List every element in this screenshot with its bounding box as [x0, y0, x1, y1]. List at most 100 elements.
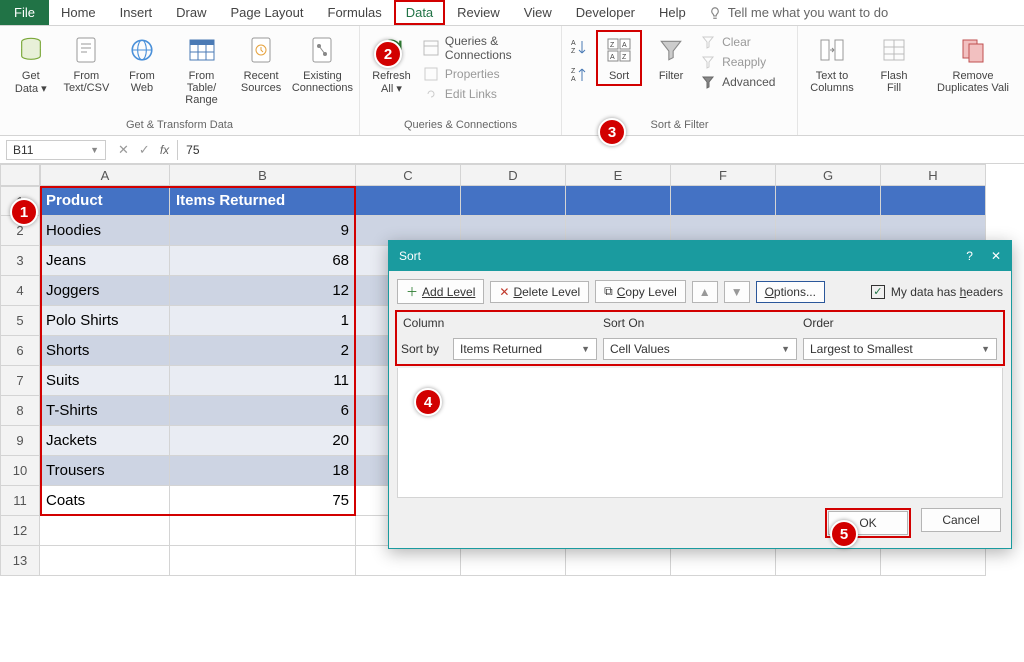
from-text-csv-button[interactable]: From Text/CSV	[62, 30, 112, 94]
move-down-button[interactable]: ▼	[724, 281, 750, 303]
cell-B2[interactable]: 9	[170, 216, 356, 246]
tell-me-search[interactable]: Tell me what you want to do	[708, 0, 888, 25]
edit-links-button[interactable]: Edit Links	[423, 86, 555, 102]
cell-A7[interactable]: Suits	[40, 366, 170, 396]
order-combo[interactable]: Largest to Smallest▼	[803, 338, 997, 360]
sort-on-combo[interactable]: Cell Values▼	[603, 338, 797, 360]
cell-A10[interactable]: Trousers	[40, 456, 170, 486]
cell-A8[interactable]: T-Shirts	[40, 396, 170, 426]
cell-B3[interactable]: 68	[170, 246, 356, 276]
from-web-button[interactable]: From Web	[117, 30, 167, 94]
cell-blank[interactable]	[776, 546, 881, 576]
from-table-range-button[interactable]: From Table/ Range	[173, 30, 231, 106]
col-header-C[interactable]: C	[356, 164, 461, 186]
options-button[interactable]: Options...	[756, 281, 825, 303]
remove-duplicates-button[interactable]: Remove Duplicates Vali	[928, 30, 1018, 94]
cell-blank[interactable]	[566, 546, 671, 576]
row-header[interactable]: 7	[0, 366, 40, 396]
row-header[interactable]: 6	[0, 336, 40, 366]
formula-input[interactable]: 75	[177, 140, 1024, 160]
cell-A12[interactable]	[40, 516, 170, 546]
cell-blank[interactable]	[566, 186, 671, 216]
sort-dialog-titlebar[interactable]: Sort ? ✕	[389, 241, 1011, 271]
cell-A13[interactable]	[40, 546, 170, 576]
cell-B4[interactable]: 12	[170, 276, 356, 306]
cancel-formula-icon[interactable]: ✕	[118, 142, 129, 158]
col-header-A[interactable]: A	[40, 164, 170, 186]
sort-za-button[interactable]: ZA	[568, 64, 590, 86]
select-all-corner[interactable]	[0, 164, 40, 186]
my-data-has-headers-checkbox[interactable]: ✓ My data has headers	[871, 285, 1003, 299]
cell-B1[interactable]: Items Returned	[170, 186, 356, 216]
col-header-D[interactable]: D	[461, 164, 566, 186]
existing-connections-button[interactable]: Existing Connections	[292, 30, 353, 94]
cell-A4[interactable]: Joggers	[40, 276, 170, 306]
cell-B6[interactable]: 2	[170, 336, 356, 366]
sort-az-button[interactable]: AZ	[568, 36, 590, 58]
tab-draw[interactable]: Draw	[164, 0, 218, 25]
row-header[interactable]: 10	[0, 456, 40, 486]
close-icon[interactable]: ✕	[991, 249, 1001, 263]
cell-blank[interactable]	[881, 546, 986, 576]
cell-B10[interactable]: 18	[170, 456, 356, 486]
sort-button[interactable]: ZAAZ Sort	[596, 30, 642, 86]
delete-level-button[interactable]: ✕ Delete Level	[490, 281, 589, 303]
filter-button[interactable]: Filter	[648, 30, 694, 82]
copy-level-button[interactable]: ⧉ Copy Level	[595, 280, 686, 303]
name-box-dropdown-icon[interactable]: ▼	[90, 145, 99, 155]
cell-blank[interactable]	[356, 186, 461, 216]
cell-A11[interactable]: Coats	[40, 486, 170, 516]
cell-blank[interactable]	[356, 546, 461, 576]
reapply-button[interactable]: Reapply	[700, 54, 775, 70]
cell-B8[interactable]: 6	[170, 396, 356, 426]
col-header-F[interactable]: F	[671, 164, 776, 186]
col-header-H[interactable]: H	[881, 164, 986, 186]
cell-B13[interactable]	[170, 546, 356, 576]
col-header-B[interactable]: B	[170, 164, 356, 186]
row-header[interactable]: 12	[0, 516, 40, 546]
flash-fill-button[interactable]: Flash Fill	[866, 30, 922, 94]
row-header[interactable]: 3	[0, 246, 40, 276]
cell-B9[interactable]: 20	[170, 426, 356, 456]
cell-blank[interactable]	[776, 186, 881, 216]
enter-formula-icon[interactable]: ✓	[139, 142, 150, 158]
text-to-columns-button[interactable]: Text to Columns	[804, 30, 860, 94]
advanced-button[interactable]: Advanced	[700, 74, 775, 90]
move-up-button[interactable]: ▲	[692, 281, 718, 303]
cell-blank[interactable]	[671, 186, 776, 216]
cell-A9[interactable]: Jackets	[40, 426, 170, 456]
cell-blank[interactable]	[461, 546, 566, 576]
file-tab[interactable]: File	[0, 0, 49, 25]
help-icon[interactable]: ?	[966, 249, 973, 263]
fx-icon[interactable]: fx	[160, 143, 169, 157]
cell-B11[interactable]: 75	[170, 486, 356, 516]
clear-button[interactable]: Clear	[700, 34, 775, 50]
row-header[interactable]: 5	[0, 306, 40, 336]
col-header-G[interactable]: G	[776, 164, 881, 186]
tab-help[interactable]: Help	[647, 0, 698, 25]
cell-A5[interactable]: Polo Shirts	[40, 306, 170, 336]
row-header[interactable]: 11	[0, 486, 40, 516]
properties-button[interactable]: Properties	[423, 66, 555, 82]
cancel-button[interactable]: Cancel	[921, 508, 1001, 532]
cell-blank[interactable]	[461, 186, 566, 216]
tab-developer[interactable]: Developer	[564, 0, 647, 25]
tab-insert[interactable]: Insert	[108, 0, 165, 25]
row-header[interactable]: 4	[0, 276, 40, 306]
recent-sources-button[interactable]: Recent Sources	[236, 30, 286, 94]
queries-connections-button[interactable]: Queries & Connections	[423, 34, 555, 62]
tab-page-layout[interactable]: Page Layout	[219, 0, 316, 25]
tab-view[interactable]: View	[512, 0, 564, 25]
tab-data[interactable]: Data	[394, 0, 445, 25]
cell-A2[interactable]: Hoodies	[40, 216, 170, 246]
cell-A6[interactable]: Shorts	[40, 336, 170, 366]
col-header-E[interactable]: E	[566, 164, 671, 186]
cell-B5[interactable]: 1	[170, 306, 356, 336]
cell-blank[interactable]	[881, 186, 986, 216]
get-data-button[interactable]: Get Data ▾	[6, 30, 56, 95]
cell-B7[interactable]: 11	[170, 366, 356, 396]
tab-home[interactable]: Home	[49, 0, 108, 25]
row-header[interactable]: 9	[0, 426, 40, 456]
name-box[interactable]: B11 ▼	[6, 140, 106, 160]
cell-blank[interactable]	[671, 546, 776, 576]
